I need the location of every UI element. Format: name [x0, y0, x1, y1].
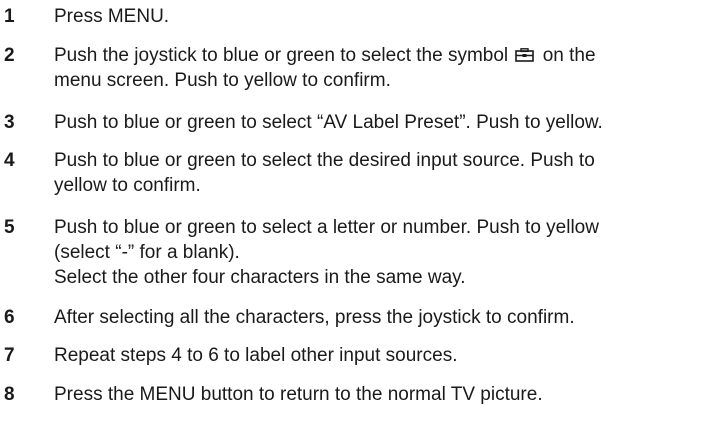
step-text: Push the joystick to blue or green to se…	[54, 43, 714, 93]
step-text: Push to blue or green to select a letter…	[54, 215, 714, 290]
step-line: Select the other four characters in the …	[54, 267, 466, 288]
step-text: Press the MENU button to return to the n…	[54, 382, 714, 407]
step-text: After selecting all the characters, pres…	[54, 305, 714, 330]
step-number: 8	[4, 384, 15, 405]
step-number: 3	[4, 112, 15, 133]
step-text: Repeat steps 4 to 6 to label other input…	[54, 343, 714, 368]
step-text: Press MENU.	[54, 4, 714, 29]
step-text: Push to blue or green to select “AV Labe…	[54, 110, 714, 135]
step-line: menu screen. Push to yellow to confirm.	[54, 70, 391, 91]
step-line: Press the MENU button to return to the n…	[54, 384, 543, 405]
step-line-part: Push the joystick to blue or green to se…	[54, 45, 509, 66]
step-line: Repeat steps 4 to 6 to label other input…	[54, 345, 458, 366]
step-number: 6	[4, 307, 15, 328]
step-line: After selecting all the characters, pres…	[54, 307, 575, 328]
step-line: yellow to confirm.	[54, 175, 201, 196]
step-text: Push to blue or green to select the desi…	[54, 148, 714, 198]
step-line: Push to blue or green to select the desi…	[54, 150, 595, 171]
step-line: (select “-” for a blank).	[54, 242, 240, 263]
toolbox-icon	[515, 48, 535, 62]
step-number: 5	[4, 217, 15, 238]
step-number: 4	[4, 150, 15, 171]
step-number: 7	[4, 345, 15, 366]
step-number: 1	[4, 6, 15, 27]
step-line: Push the joystick to blue or green to se…	[54, 43, 714, 68]
step-line: Push to blue or green to select “AV Labe…	[54, 112, 603, 133]
step-number: 2	[4, 45, 15, 66]
step-line: Press MENU.	[54, 6, 170, 27]
step-line-part: on the	[542, 45, 596, 66]
step-line: Push to blue or green to select a letter…	[54, 217, 599, 238]
